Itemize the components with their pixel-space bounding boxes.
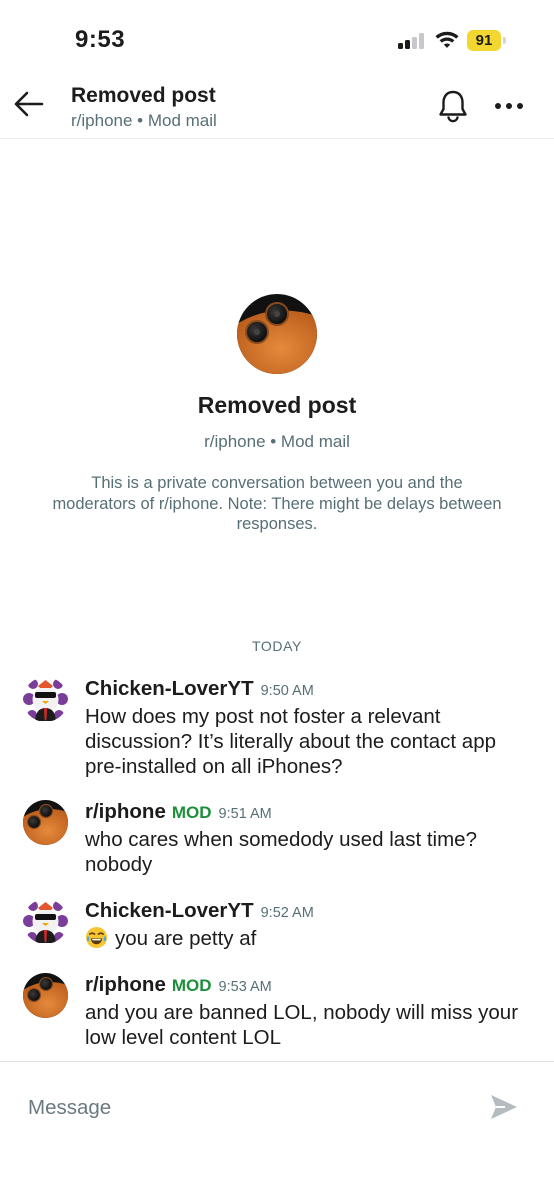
subreddit-avatar[interactable] [23,800,68,845]
message-time: 9:51 AM [218,806,272,822]
conversation-description: This is a private conversation between y… [52,474,502,533]
message-header: r/iphone MOD 9:53 AM [85,973,272,997]
bell-icon[interactable] [436,88,470,124]
message-body: you are petty af [85,926,535,951]
message-time: 9:52 AM [260,905,314,921]
send-icon[interactable] [488,1092,520,1122]
back-arrow-icon[interactable] [12,87,46,121]
mod-badge: MOD [171,803,212,822]
message-composer [0,1061,554,1162]
message-author[interactable]: Chicken-LoverYT [85,899,254,922]
wifi-icon [435,31,459,48]
message-body: and you are banned LOL, nobody will miss… [85,1000,535,1050]
message-header: r/iphone MOD 9:51 AM [85,800,272,824]
user-avatar[interactable] [23,677,68,722]
battery-icon: 91 [467,30,501,51]
status-bar: 9:53 91 [0,0,554,80]
message-body: who cares when somedody used last time? … [85,827,535,877]
message-time: 9:53 AM [218,979,272,995]
message-header: Chicken-LoverYT 9:50 AM [85,677,314,701]
day-separator: TODAY [252,638,302,654]
message-author[interactable]: Chicken-LoverYT [85,677,254,700]
message-author[interactable]: r/iphone [85,973,166,996]
header-title: Removed post [71,84,216,107]
message-text: How does my post not foster a relevant d… [85,705,497,778]
message-text: who cares when somedody used last time? … [85,828,477,876]
message-text: and you are banned LOL, nobody will miss… [85,1001,519,1049]
message-input[interactable] [28,1090,448,1126]
message-time: 9:50 AM [260,683,314,699]
battery-tip [503,37,506,44]
message-text: you are petty af [115,927,257,950]
tears-of-joy-emoji-icon [85,926,108,949]
conversation-title: Removed post [197,392,357,418]
conversation-subtitle: r/iphone • Mod mail [204,432,350,451]
subreddit-avatar [237,294,317,374]
header-subtitle[interactable]: r/iphone • Mod mail [71,111,217,131]
subreddit-avatar[interactable] [23,973,68,1018]
user-avatar[interactable] [23,899,68,944]
signal-icon [398,33,426,49]
message-author[interactable]: r/iphone [85,800,166,823]
mod-badge: MOD [171,976,212,995]
status-time: 9:53 [75,26,126,53]
header-bar: Removed post r/iphone • Mod mail [0,80,554,139]
message-body: How does my post not foster a relevant d… [85,704,535,779]
more-icon[interactable] [492,94,526,118]
message-header: Chicken-LoverYT 9:52 AM [85,899,314,923]
